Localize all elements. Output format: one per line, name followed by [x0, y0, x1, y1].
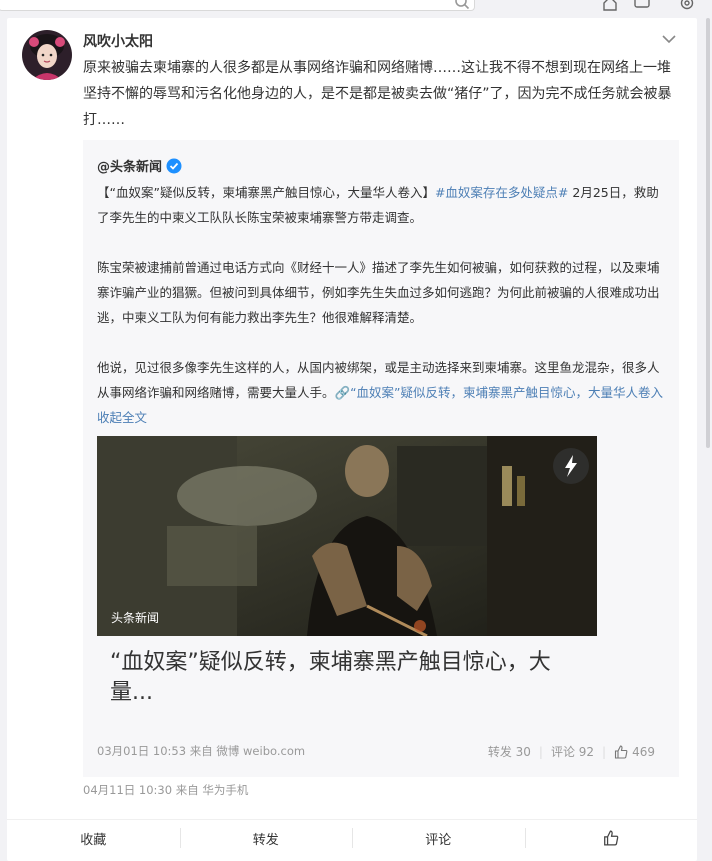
- repost-comment-count[interactable]: 评论 92: [551, 743, 594, 760]
- comment-button[interactable]: 评论: [352, 820, 525, 856]
- avatar[interactable]: [22, 30, 72, 80]
- repost-button[interactable]: 转发: [179, 820, 353, 856]
- video-thumbnail[interactable]: 头条新闻: [97, 436, 597, 636]
- top-bar: [0, 0, 712, 18]
- hashtag-link[interactable]: #血奴案存在多处疑点#: [435, 185, 568, 200]
- post-text: 原来被骗去柬埔寨的人很多都是从事网络诈骗和网络赌博……这让我不得不想到现在网络上…: [83, 60, 672, 128]
- repost-meta[interactable]: 03月01日 10:53 来自 微博 weibo.com: [97, 743, 305, 759]
- like-button[interactable]: [524, 820, 698, 856]
- repost-stats: 转发 30 | 评论 92 | 469: [488, 743, 655, 760]
- play-button[interactable]: [553, 448, 589, 484]
- verified-icon: [166, 158, 182, 173]
- settings-icon[interactable]: [678, 0, 696, 12]
- action-bar: 收藏 转发 评论: [7, 819, 697, 856]
- post-meta[interactable]: 04月11日 10:30 来自 华为手机: [83, 782, 248, 798]
- lightning-icon: [565, 455, 577, 477]
- post-author-name[interactable]: 风吹小太阳: [83, 31, 153, 51]
- collapse-link[interactable]: 收起全文: [97, 410, 147, 425]
- repost-author[interactable]: @头条新闻: [97, 156, 182, 175]
- scroll-thumb[interactable]: [706, 18, 710, 448]
- search-input[interactable]: [0, 0, 475, 11]
- thumbs-up-icon: [603, 830, 619, 846]
- thumbs-up-icon[interactable]: [614, 744, 628, 759]
- stats-divider: |: [538, 744, 543, 759]
- repost-text: 【“血奴案”疑似反转，柬埔寨黑产触目惊心，大量华人卷入】#血奴案存在多处疑点# …: [97, 180, 669, 455]
- search-icon[interactable]: [454, 0, 470, 10]
- repost-paragraph-1: 【“血奴案”疑似反转，柬埔寨黑产触目惊心，大量华人卷入】#血奴案存在多处疑点# …: [97, 185, 659, 225]
- repost-like-count[interactable]: 469: [632, 745, 655, 759]
- video-frame-image: [97, 436, 597, 636]
- video-source-label: 头条新闻: [111, 611, 160, 625]
- repost-paragraph-2: 陈宝荣被逮捕前曾通过电话方式向《财经十一人》描述了李先生如何被骗，如何获救的过程…: [97, 260, 660, 325]
- chevron-down-icon[interactable]: [661, 33, 677, 45]
- repost-forward-count[interactable]: 转发 30: [488, 743, 531, 760]
- favorite-button[interactable]: 收藏: [7, 820, 180, 856]
- repost-author-name[interactable]: @头条新闻: [97, 156, 162, 175]
- home-icon[interactable]: [601, 0, 619, 12]
- video-title[interactable]: “血奴案”疑似反转，柬埔寨黑产触目惊心，大量...: [110, 648, 570, 708]
- scrollbar[interactable]: [704, 18, 712, 848]
- repost-block: @头条新闻 【“血奴案”疑似反转，柬埔寨黑产触目惊心，大量华人卷入】#血奴案存在…: [83, 140, 679, 777]
- stats-divider: |: [602, 744, 607, 759]
- article-link[interactable]: 🔗“血奴案”疑似反转，柬埔寨黑产触目惊心，大量华人卷入: [335, 385, 664, 400]
- message-icon[interactable]: [633, 0, 651, 12]
